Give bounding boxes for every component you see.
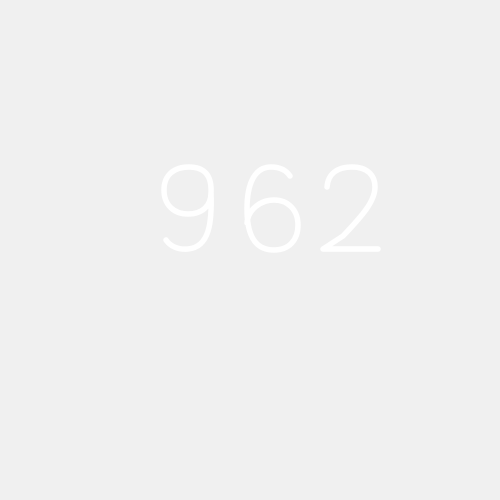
captcha-text (161, 164, 381, 253)
captcha-char-6 (244, 164, 301, 253)
captcha-char-9 (161, 164, 214, 252)
captcha-char-2 (320, 164, 381, 252)
captcha-canvas (0, 0, 500, 500)
